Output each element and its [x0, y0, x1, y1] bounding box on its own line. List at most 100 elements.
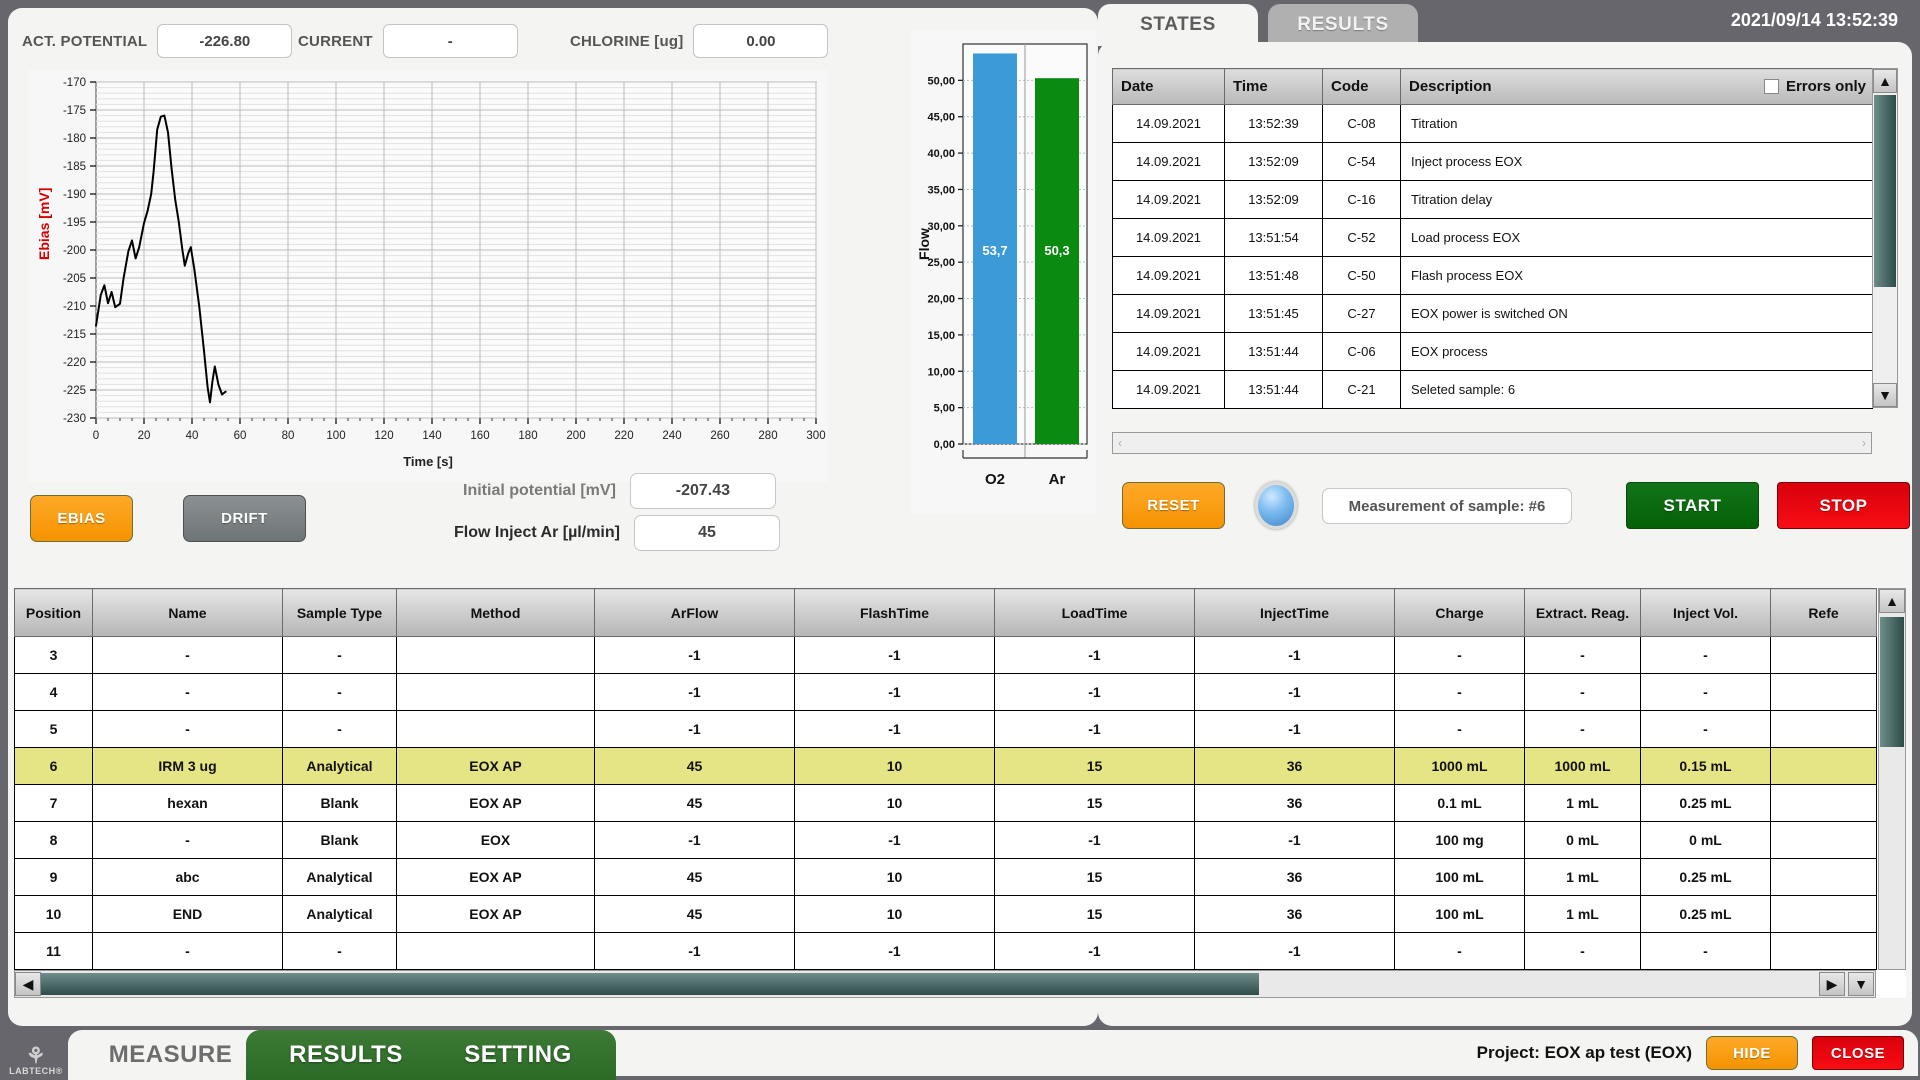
sample-scroll-down-arrow-icon[interactable]: ▼ [1848, 972, 1874, 996]
bottom-tab-bar: ⚘ LABTECH® Project: EOX ap test (EOX) HI… [0, 1026, 1920, 1080]
initial-potential-label: Initial potential [mV] [463, 482, 616, 499]
sample-cell-5: 10 [794, 784, 995, 822]
states-cell-date: 14.09.2021 [1112, 332, 1225, 371]
svg-text:0: 0 [93, 430, 99, 442]
table-row[interactable]: 11- - -1 -1 -1 -1- - - [14, 932, 1877, 970]
tab-states[interactable]: STATES [1098, 4, 1258, 46]
sample-col-1[interactable]: Name [92, 588, 283, 637]
table-row[interactable]: 10 END Analytical EOX AP 45 10 15 36 100 mL 1 mL 0… [14, 895, 1877, 933]
scroll-up-arrow-icon[interactable]: ▲ [1873, 69, 1897, 93]
scroll-down-arrow-icon[interactable]: ▼ [1873, 383, 1897, 407]
ebias-button[interactable]: EBIAS [30, 495, 133, 542]
table-row[interactable]: 6 IRM 3 ug Analytical EOX AP 45 10 15 36 1000 mL… [14, 747, 1877, 785]
sample-col-10[interactable]: Inject Vol. [1640, 588, 1771, 637]
sample-scroll-right-arrow-icon[interactable]: ▶ [1819, 972, 1845, 996]
states-vertical-scrollbar[interactable]: ▲ ▼ [1872, 68, 1898, 408]
sample-col-5[interactable]: FlashTime [794, 588, 995, 637]
svg-text:120: 120 [374, 430, 393, 442]
close-button[interactable]: CLOSE [1812, 1036, 1904, 1070]
flow-inject-value[interactable]: 45 [633, 515, 780, 551]
states-row[interactable]: 14.09.2021 13:52:09 C-54 Inject process EOX [1112, 142, 1873, 181]
sample-col-7[interactable]: InjectTime [1194, 588, 1395, 637]
sample-col-0[interactable]: Position [14, 588, 93, 637]
sample-cell-6: -1 [994, 932, 1195, 970]
sample-scroll-left-arrow-icon[interactable]: ◀ [15, 972, 41, 996]
sample-cell-1: - [92, 932, 283, 970]
states-row[interactable]: 14.09.2021 13:52:39 C-08 Titration [1112, 104, 1873, 143]
states-col-description[interactable]: Description Errors only [1400, 68, 1873, 105]
states-row[interactable]: 14.09.2021 13:51:48 C-50 Flash process EOX [1112, 256, 1873, 295]
states-scroll-thumb[interactable] [1874, 95, 1896, 287]
table-row[interactable]: 3- - -1 -1 -1 -1- - - [14, 636, 1877, 674]
states-row[interactable]: 14.09.2021 13:51:44 C-21 Seleted sample: 6 [1112, 370, 1873, 409]
sample-horizontal-scrollbar[interactable]: ◀ ▶ ▼ [14, 970, 1876, 998]
sample-cell-2: - [282, 710, 397, 748]
sample-scroll-thumb[interactable] [1880, 617, 1904, 747]
chart-x-axis-label: Time [s] [403, 454, 453, 469]
sample-cell-3: EOX AP [396, 784, 595, 822]
drift-button[interactable]: DRIFT [183, 495, 306, 542]
sample-col-2[interactable]: Sample Type [282, 588, 397, 637]
sample-cell-1: - [92, 636, 283, 674]
table-row[interactable]: 7 hexan Blank EOX AP 45 10 15 36 0.1 mL 1 mL 0.25 … [14, 784, 1877, 822]
states-row[interactable]: 14.09.2021 13:51:44 C-06 EOX process [1112, 332, 1873, 371]
chlorine-label: CHLORINE [ug] [570, 32, 684, 50]
states-col-date[interactable]: Date [1112, 68, 1225, 105]
current-value: - [382, 24, 518, 58]
states-col-time[interactable]: Time [1224, 68, 1323, 105]
tab-results[interactable]: RESULTS [1268, 4, 1418, 46]
states-cell-date: 14.09.2021 [1112, 256, 1225, 295]
stop-button[interactable]: STOP [1777, 482, 1910, 529]
sample-cell-5: 10 [794, 895, 995, 933]
sample-col-6[interactable]: LoadTime [994, 588, 1195, 637]
table-row[interactable]: 5- - -1 -1 -1 -1- - - [14, 710, 1877, 748]
sample-cell-2: Analytical [282, 895, 397, 933]
sample-col-4[interactable]: ArFlow [594, 588, 795, 637]
states-hscroll-right-icon[interactable]: › [1862, 436, 1866, 450]
sample-col-11[interactable]: Refe [1770, 588, 1877, 637]
svg-text:15,00: 15,00 [927, 330, 955, 342]
states-horizontal-scrollbar[interactable]: ‹ › [1112, 432, 1872, 454]
sample-cell-8: 0.1 mL [1394, 784, 1525, 822]
sample-cell-9: 1 mL [1524, 858, 1641, 896]
states-cell-description: EOX power is switched ON [1400, 294, 1873, 333]
readout-current: CURRENT - [298, 24, 518, 58]
states-hscroll-left-icon[interactable]: ‹ [1118, 436, 1122, 450]
sample-scroll-up-arrow-icon[interactable]: ▲ [1879, 589, 1905, 613]
svg-text:-215: -215 [63, 329, 86, 341]
sample-col-8[interactable]: Charge [1394, 588, 1525, 637]
tab-setting[interactable]: SETTING [420, 1030, 616, 1080]
sample-cell-10: 0.25 mL [1640, 784, 1771, 822]
tab-measure[interactable]: MEASURE [68, 1030, 273, 1080]
start-button[interactable]: START [1626, 482, 1759, 529]
table-row[interactable]: 9 abc Analytical EOX AP 45 10 15 36 100 mL 1 mL 0.… [14, 858, 1877, 896]
current-label: CURRENT [298, 32, 373, 50]
svg-text:260: 260 [710, 430, 729, 442]
sample-hscroll-thumb[interactable] [41, 973, 1259, 995]
logo-text: LABTECH® [9, 1066, 63, 1076]
initial-potential-value[interactable]: -207.43 [629, 473, 776, 509]
hide-button[interactable]: HIDE [1706, 1036, 1798, 1070]
reset-button[interactable]: RESET [1122, 482, 1225, 529]
svg-text:40: 40 [186, 430, 199, 442]
sample-cell-10: - [1640, 636, 1771, 674]
sample-cell-1: IRM 3 ug [92, 747, 283, 785]
tab-results-bottom[interactable]: RESULTS [246, 1030, 446, 1080]
errors-only-checkbox[interactable] [1763, 79, 1779, 94]
states-cell-code: C-08 [1322, 104, 1401, 143]
sample-cell-2: Blank [282, 821, 397, 859]
sample-col-3[interactable]: Method [396, 588, 595, 637]
sample-table-panel: Position Name Sample Type Method ArFlow Flash… [14, 588, 1906, 998]
errors-only-toggle[interactable]: Errors only [1763, 78, 1872, 95]
sample-table: Position Name Sample Type Method ArFlow Flash… [14, 588, 1877, 970]
sample-vertical-scrollbar[interactable]: ▲ [1878, 588, 1906, 970]
sample-col-9[interactable]: Extract. Reag. [1524, 588, 1641, 637]
table-row[interactable]: 4- - -1 -1 -1 -1- - - [14, 673, 1877, 711]
states-col-code[interactable]: Code [1322, 68, 1401, 105]
table-row[interactable]: 8- Blank EOX -1 -1 -1 -1 100 mg 0 mL 0 mL [14, 821, 1877, 859]
sample-cell-0: 11 [14, 932, 93, 970]
sample-cell-6: -1 [994, 636, 1195, 674]
states-row[interactable]: 14.09.2021 13:51:45 C-27 EOX power is switc… [1112, 294, 1873, 333]
states-row[interactable]: 14.09.2021 13:52:09 C-16 Titration delay [1112, 180, 1873, 219]
states-row[interactable]: 14.09.2021 13:51:54 C-52 Load process EOX [1112, 218, 1873, 257]
